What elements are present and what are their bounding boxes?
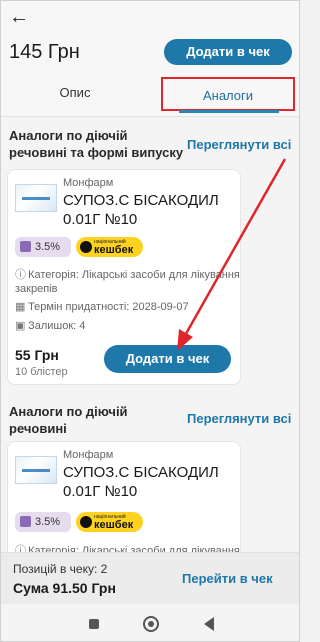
screen: ← 145 Грн Додати в чек Опис Аналоги Анал… <box>0 0 300 642</box>
annotation-arrow-icon <box>177 158 287 351</box>
